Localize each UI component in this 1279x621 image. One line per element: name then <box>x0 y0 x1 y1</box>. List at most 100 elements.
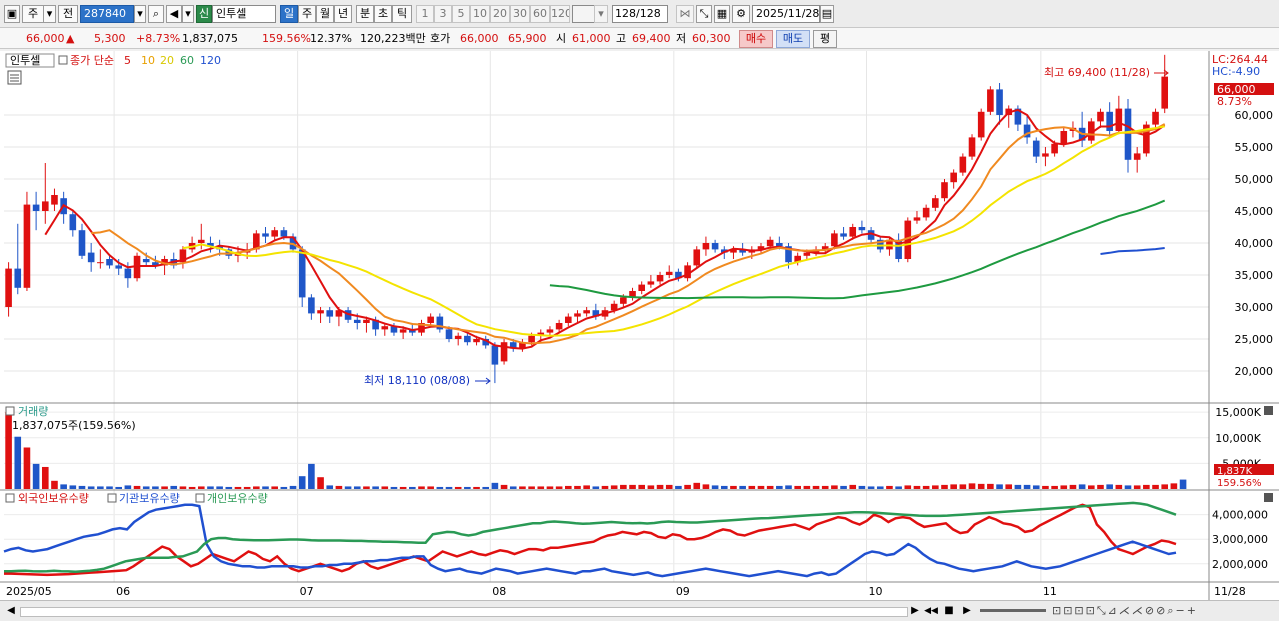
volume-bar <box>913 485 921 489</box>
volume-current-label: 1,837K <box>1217 466 1253 477</box>
candle-body <box>262 233 269 237</box>
period-second-button[interactable]: 초 <box>374 5 392 23</box>
chevron-down-icon[interactable]: ▾ <box>44 5 56 23</box>
evaluate-button[interactable]: 평 <box>813 30 837 48</box>
volume-bar <box>280 486 288 489</box>
candle-body <box>766 239 774 247</box>
hc-value: HC:-4.90 <box>1212 65 1260 78</box>
minute-120-button[interactable]: 120 <box>550 5 570 23</box>
candle-body <box>950 172 957 183</box>
minute-20-button[interactable]: 20 <box>490 5 510 23</box>
volume-bar <box>886 485 893 489</box>
stop-icon[interactable]: ■ <box>942 604 956 618</box>
candle-body <box>913 217 921 221</box>
period-week-button[interactable]: 주 <box>298 5 316 23</box>
stock-name-field[interactable]: 인투셀 <box>212 5 276 23</box>
volume-bar <box>1069 484 1077 489</box>
volume-bar <box>638 484 646 489</box>
layout-icon[interactable]: ▣ <box>4 5 20 23</box>
period-minute-button[interactable]: 분 <box>356 5 374 23</box>
volume-bar <box>418 486 425 489</box>
volume-bar <box>381 486 389 489</box>
minute-1-button[interactable]: 1 <box>416 5 434 23</box>
up-arrow-icon: ▲ <box>66 32 75 45</box>
custom-period-dropdown-icon[interactable]: ▾ <box>594 5 608 23</box>
volume-bar <box>601 485 609 489</box>
holding-legend-institution: 기관보유수량 <box>119 492 180 505</box>
volume-bar <box>785 485 792 489</box>
speaker-icon[interactable]: ◀ <box>166 5 182 23</box>
drawing-tools[interactable]: ⊡⊡⊡⊡⤡⊿⋌⋌⊘⊘⌕−+ <box>1052 603 1272 619</box>
volume-close-icon[interactable] <box>1264 406 1273 415</box>
candle-body <box>665 271 673 275</box>
gear-icon[interactable]: ⚙ <box>732 5 750 23</box>
volume-bar <box>326 485 334 489</box>
volume-bar <box>987 483 994 489</box>
period-month-button[interactable]: 월 <box>316 5 334 23</box>
scroll-right-button[interactable]: ▶ <box>908 604 922 618</box>
toolbar: ▣ 주 ▾ 전 287840 ▾ ⌕ ◀ ▾ 신 인투셀 일 주 월 년 분 초… <box>0 0 1279 28</box>
link-icon[interactable]: ⋈ <box>676 5 694 23</box>
screen-icon[interactable]: ▦ <box>714 5 730 23</box>
zoom-slider[interactable] <box>980 609 1046 612</box>
minute-5-button[interactable]: 5 <box>452 5 470 23</box>
candle-body <box>849 227 857 237</box>
volume-bar <box>684 484 691 489</box>
stock-code-input[interactable]: 287840 <box>80 5 134 23</box>
candle-body <box>831 233 838 247</box>
holding-checkbox-2[interactable] <box>107 493 117 503</box>
sell-button[interactable]: 매도 <box>776 30 810 48</box>
minute-30-button[interactable]: 30 <box>510 5 530 23</box>
holding-checkbox-3[interactable] <box>195 493 205 503</box>
volume-bar <box>69 485 77 489</box>
volume-bar <box>620 484 627 489</box>
price-tick-label: 35,000 <box>1235 269 1274 282</box>
chart-area[interactable]: 60,000 55,000 50,000 45,000 40,000 35,000 30,0… <box>0 51 1279 600</box>
minute-3-button[interactable]: 3 <box>434 5 452 23</box>
holding-close-icon[interactable] <box>1264 493 1273 502</box>
speaker-dropdown-icon[interactable]: ▾ <box>182 5 194 23</box>
minute-60-button[interactable]: 60 <box>530 5 550 23</box>
prev-button[interactable]: 전 <box>58 5 78 23</box>
count-field[interactable]: 128/128 <box>612 5 668 23</box>
candle-body <box>381 326 389 330</box>
search-icon[interactable]: ⌕ <box>148 5 164 23</box>
volume-bar <box>821 485 829 489</box>
volume-bar <box>904 485 912 489</box>
period-year-button[interactable]: 년 <box>334 5 352 23</box>
holding-checkbox-1[interactable] <box>5 493 15 503</box>
price-tick-label: 20,000 <box>1235 365 1274 378</box>
candle-body <box>124 268 132 279</box>
volume-bar <box>959 484 967 489</box>
calendar-icon[interactable]: ▤ <box>820 5 834 23</box>
volume-bar <box>509 486 517 489</box>
play-icon[interactable]: ▶ <box>960 604 974 618</box>
volume-bar <box>353 486 361 489</box>
horizontal-scrollbar[interactable] <box>20 607 908 617</box>
minute-10-button[interactable]: 10 <box>470 5 490 23</box>
volume-bar <box>647 485 655 489</box>
scroll-left-button[interactable]: ◀ <box>4 604 18 618</box>
volume-bar <box>1097 484 1104 489</box>
code-dropdown-icon[interactable]: ▾ <box>134 5 146 23</box>
volume-bar <box>1014 484 1022 489</box>
zoom-icon[interactable]: ⤡ <box>696 5 712 23</box>
volume-bar <box>207 486 214 489</box>
volume-bar <box>124 485 132 489</box>
volume-bar <box>179 486 187 489</box>
volume-checkbox[interactable] <box>5 406 15 416</box>
period-tick-button[interactable]: 틱 <box>392 5 412 23</box>
period-select[interactable]: 주 <box>22 5 44 23</box>
holding-legend-individual: 개인보유수량 <box>207 492 268 505</box>
rewind-icon[interactable]: ◀◀ <box>924 604 938 618</box>
legend-ma-checkbox[interactable] <box>58 55 68 65</box>
turnover-rate: 12.37% <box>310 32 352 45</box>
candle-body <box>803 252 811 256</box>
candle-body <box>840 233 847 237</box>
date-field[interactable]: 2025/11/28 <box>752 5 820 23</box>
buy-button[interactable]: 매수 <box>739 30 773 48</box>
period-day-button[interactable]: 일 <box>280 5 298 23</box>
volume-bar <box>537 486 545 489</box>
volume-bar <box>216 486 223 489</box>
volume-bar <box>225 486 233 489</box>
